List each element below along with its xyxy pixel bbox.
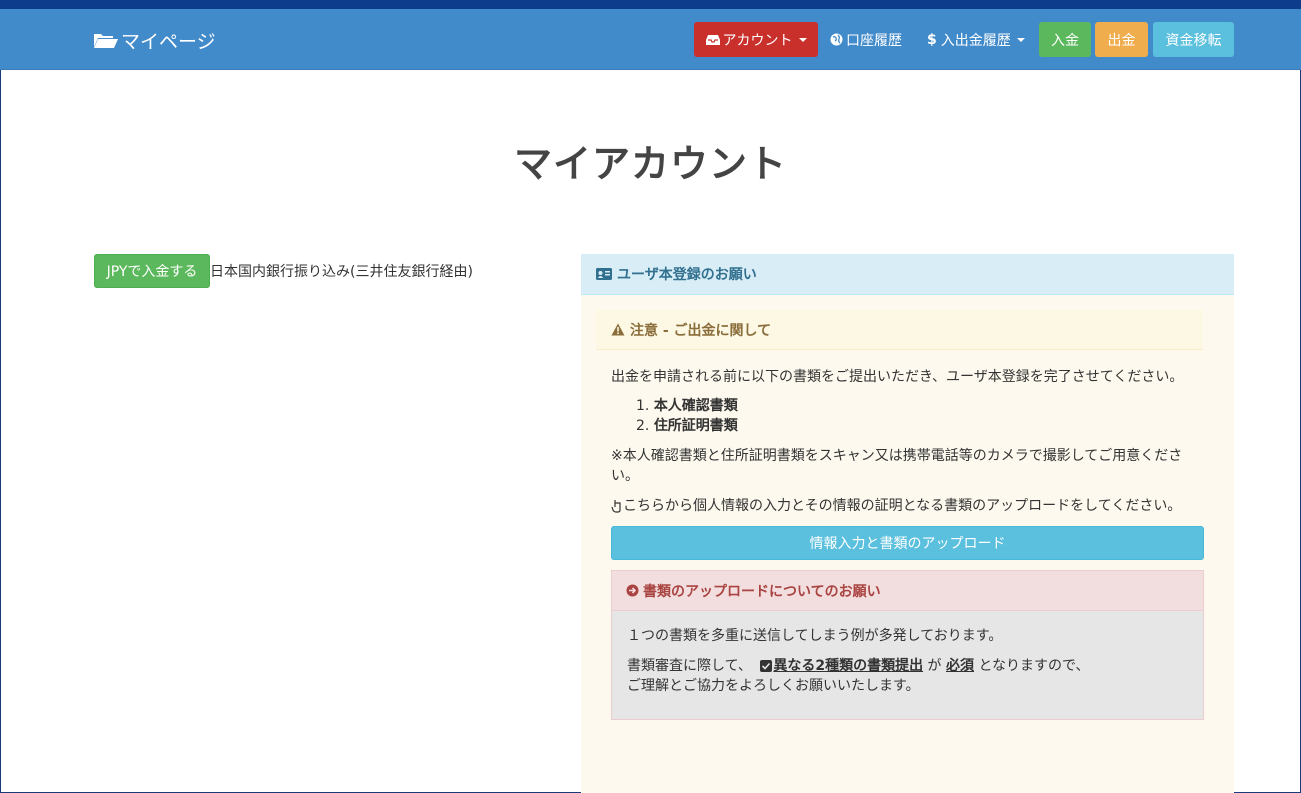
nav-account-history[interactable]: 口座履歴	[830, 22, 902, 57]
check-square-icon	[760, 660, 773, 672]
chevron-down-icon	[798, 37, 807, 42]
notice-line-2-required: 必須	[946, 658, 974, 674]
navbar: マイページ アカウント 口座履歴 $ 入出金履歴 入金 出金 資金移転	[0, 9, 1301, 70]
list-item: 1. 本人確認書類	[636, 396, 738, 416]
list-number: 2.	[636, 418, 650, 434]
account-history-label: 口座履歴	[846, 32, 902, 49]
list-label: 本人確認書類	[653, 398, 738, 414]
nav-deposit-history-dropdown[interactable]: $ 入出金履歴	[927, 22, 1025, 57]
notice-line-2-mid: が	[927, 658, 942, 674]
hand-pointer-icon	[611, 500, 621, 513]
panel-heading-label: ユーザ本登録のお願い	[617, 267, 757, 283]
deposit-button[interactable]: 入金	[1039, 22, 1091, 57]
notice-line-2-emphasis: 異なる2種類の書類提出	[756, 658, 923, 674]
list-number: 1.	[636, 398, 650, 414]
arrow-circle-right-icon	[626, 584, 639, 597]
upload-notice-box: 書類のアップロードについてのお願い １つの書類を多重に送信してしまう例が多発して…	[611, 570, 1204, 720]
note-text: ※本人確認書類と住所証明書類をスキャン又は携帯電話等のカメラで撮影してご用意くだ…	[611, 448, 1183, 484]
registration-panel: ユーザ本登録のお願い 注意 - ご出金に関して 出金を申請される前に以下の書類を…	[581, 254, 1234, 793]
upload-notice-heading: 書類のアップロードについてのお願い	[612, 571, 1203, 611]
notice-line-3: ご理解とご協力をよろしくお願いいたします。	[627, 678, 920, 694]
panel-heading: ユーザ本登録のお願い	[581, 254, 1234, 295]
transfer-button[interactable]: 資金移転	[1153, 22, 1234, 57]
notice-line-2: 書類審査に際して、 異なる2種類の書類提出 が 必須 となりますので、	[627, 656, 1089, 676]
inbox-icon	[705, 34, 720, 45]
account-label: アカウント	[722, 32, 793, 49]
notice-line-2-bold: 異なる2種類の書類提出	[773, 658, 924, 674]
upload-notice-title: 書類のアップロードについてのお願い	[643, 583, 881, 600]
upload-hint-label: こちらから個人情報の入力とその情報の証明となる書類のアップロードをしてください。	[623, 498, 1182, 514]
warning-title: 注意 - ご出金に関して	[630, 322, 772, 339]
warning-alert: 注意 - ご出金に関して	[596, 310, 1203, 350]
notice-line-2-suffix: となりますので、	[978, 658, 1090, 674]
deposit-history-label: 入出金履歴	[940, 32, 1011, 49]
dollar-icon: $	[927, 31, 937, 48]
upload-hint: こちらから個人情報の入力とその情報の証明となる書類のアップロードをしてください。	[611, 496, 1181, 516]
brand-link[interactable]: マイページ	[93, 27, 216, 53]
notice-line-1: １つの書類を多重に送信してしまう例が多発しております。	[627, 628, 1003, 644]
intro-text: 出金を申請される前に以下の書類をご提出いただき、ユーザ本登録を完了させてください…	[611, 369, 1184, 385]
page-title: マイアカウント	[513, 142, 787, 186]
brand-label: マイページ	[121, 30, 216, 53]
jpy-deposit-description: 日本国内銀行振り込み(三井住友銀行経由)	[210, 264, 473, 280]
notice-line-2-prefix: 書類審査に際して、	[627, 658, 752, 674]
id-card-icon	[596, 268, 612, 280]
account-dropdown-button[interactable]: アカウント	[694, 22, 818, 57]
warning-icon	[611, 323, 625, 336]
folder-open-icon	[94, 34, 118, 48]
withdraw-button[interactable]: 出金	[1095, 22, 1148, 57]
upload-documents-button[interactable]: 情報入力と書類のアップロード	[611, 526, 1204, 560]
list-item: 2. 住所証明書類	[636, 416, 738, 436]
top-strip	[0, 0, 1301, 9]
globe-icon	[830, 33, 843, 46]
jpy-deposit-button[interactable]: JPYで入金する	[94, 254, 210, 288]
chevron-down-icon	[1016, 37, 1025, 42]
list-label: 住所証明書類	[653, 418, 738, 434]
